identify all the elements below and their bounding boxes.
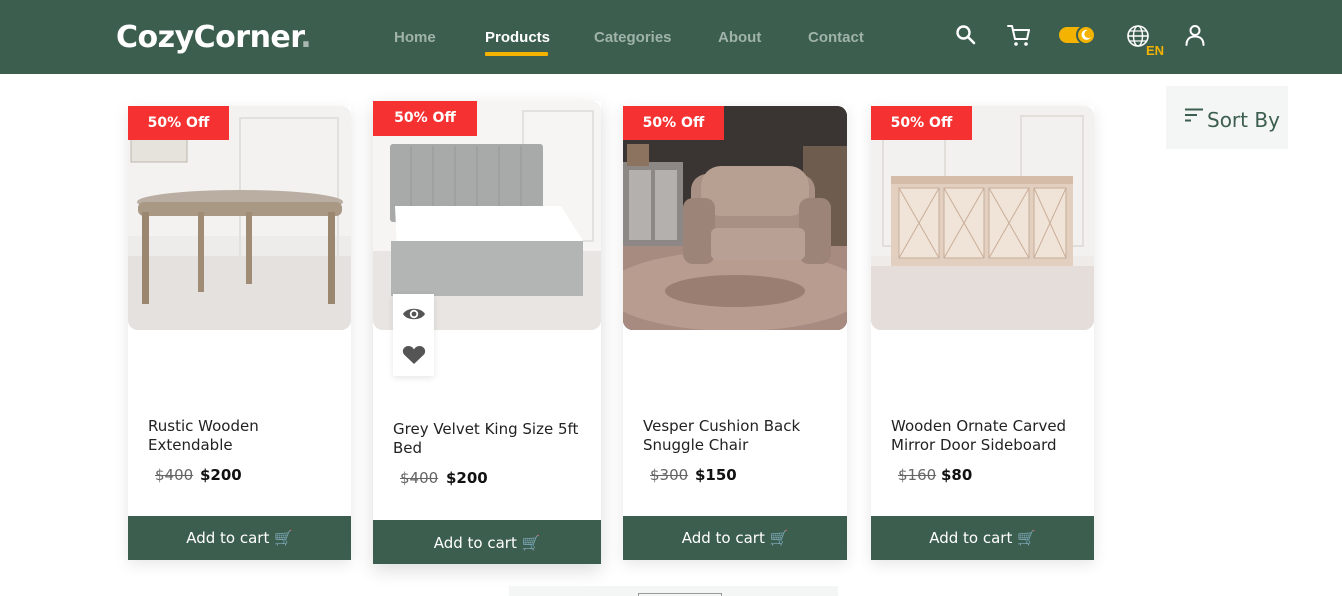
- sale-price: $200: [446, 469, 488, 487]
- language-code[interactable]: EN: [1146, 43, 1164, 59]
- search-icon[interactable]: [955, 24, 977, 46]
- cart-emoji-icon: 🛒: [769, 529, 789, 547]
- sale-price: $200: [200, 466, 242, 484]
- product-title[interactable]: Wooden Ornate Carved Mirror Door Sideboa…: [891, 417, 1086, 455]
- add-to-cart-label: Add to cart: [433, 534, 517, 552]
- discount-badge: 50% Off: [871, 106, 972, 140]
- theme-toggle[interactable]: [1059, 25, 1096, 45]
- nav-products[interactable]: Products: [485, 28, 550, 48]
- brand-dot: .: [300, 20, 312, 55]
- cart-emoji-icon: 🛒: [521, 534, 541, 552]
- cart-emoji-icon: 🛒: [1017, 529, 1036, 547]
- add-to-cart-button[interactable]: Add to cart 🛒: [623, 516, 847, 560]
- add-to-cart-button[interactable]: Add to cart 🛒: [373, 520, 601, 564]
- product-title[interactable]: Grey Velvet King Size 5ft Bed: [393, 420, 588, 458]
- original-price: $160: [898, 466, 937, 484]
- product-title[interactable]: Rustic Wooden Extendable: [148, 417, 338, 455]
- original-price: $400: [400, 469, 439, 487]
- add-to-cart-label: Add to cart: [681, 529, 765, 547]
- add-to-cart-button[interactable]: Add to cart 🛒: [871, 516, 1094, 560]
- active-nav-indicator: [485, 52, 548, 56]
- add-to-cart-label: Add to cart: [929, 529, 1013, 547]
- eye-icon[interactable]: [402, 306, 426, 322]
- cart-emoji-icon: 🛒: [274, 529, 293, 547]
- discount-badge: 50% Off: [373, 101, 477, 136]
- discount-badge: 50% Off: [623, 106, 724, 140]
- add-to-cart-label: Add to cart: [186, 529, 270, 547]
- original-price: $300: [650, 466, 689, 484]
- user-icon[interactable]: [1184, 24, 1206, 46]
- nav-about[interactable]: About: [718, 28, 761, 48]
- sale-price: $80: [941, 466, 973, 484]
- sort-by-label: Sort By: [1207, 108, 1280, 132]
- nav-home[interactable]: Home: [394, 28, 436, 48]
- heart-icon[interactable]: [402, 345, 426, 365]
- sale-price: $150: [695, 466, 737, 484]
- nav-contact[interactable]: Contact: [808, 28, 864, 48]
- nav-categories[interactable]: Categories: [594, 28, 672, 48]
- sort-icon: [1185, 108, 1203, 122]
- discount-badge: 50% Off: [128, 106, 229, 140]
- moon-icon: [1076, 25, 1096, 45]
- top-navbar: CozyCorner. Home Products Categories Abo…: [0, 0, 1342, 74]
- add-to-cart-button[interactable]: Add to cart 🛒: [128, 516, 351, 560]
- brand-name: CozyCorner: [116, 20, 301, 55]
- product-title[interactable]: Vesper Cushion Back Snuggle Chair: [643, 417, 833, 455]
- quick-actions: [393, 294, 434, 376]
- cart-icon[interactable]: [1006, 23, 1032, 49]
- original-price: $400: [155, 466, 194, 484]
- brand-logo[interactable]: CozyCorner.: [116, 20, 312, 56]
